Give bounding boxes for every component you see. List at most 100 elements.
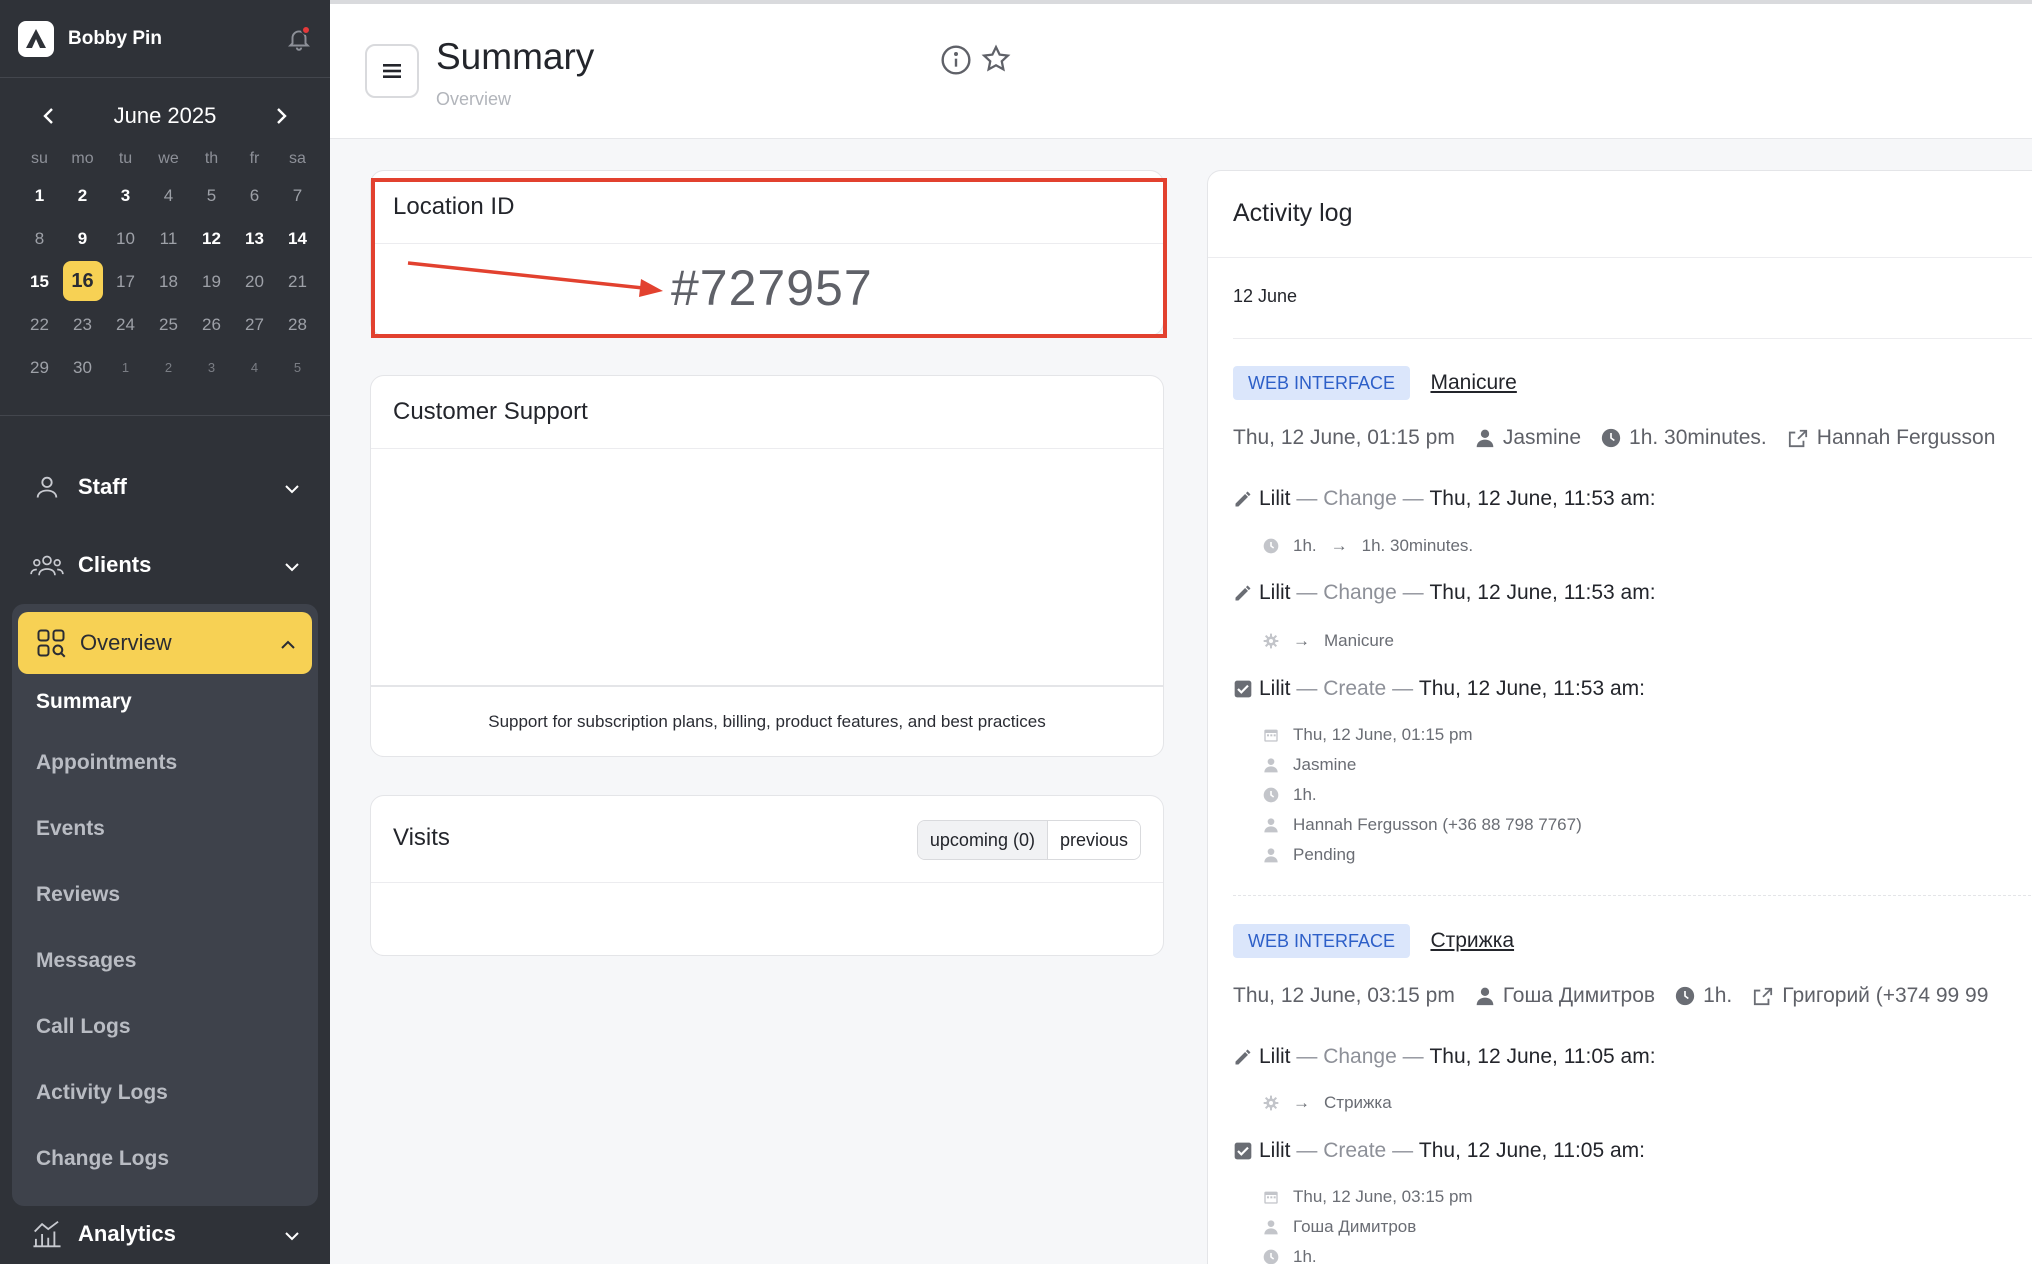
calendar-day[interactable]: 17 <box>104 260 147 303</box>
log-sep: — <box>1392 1139 1414 1162</box>
log-sep: — <box>1402 487 1424 510</box>
detail-value: Thu, 12 June, 01:15 pm <box>1293 725 1473 744</box>
sidebar-item-label: Clients <box>78 552 152 577</box>
calendar-day-next-month[interactable]: 3 <box>190 346 233 389</box>
checkbox-icon <box>1234 1142 1252 1160</box>
service-link[interactable]: Manicure <box>1430 371 1516 395</box>
info-icon[interactable] <box>940 44 972 76</box>
app-logo-icon[interactable] <box>18 20 54 57</box>
pencil-icon <box>1235 491 1251 507</box>
person-icon <box>1476 429 1494 448</box>
sidebar-item-label: Overview <box>80 630 172 655</box>
calendar-day-today[interactable]: 16 <box>61 260 104 303</box>
calendar-day-next-month[interactable]: 2 <box>147 346 190 389</box>
breadcrumb[interactable]: Overview <box>436 89 511 110</box>
log-line: Lilit — Change — Thu, 12 June, 11:53 am: <box>1233 581 1656 605</box>
users-group-icon <box>30 548 64 582</box>
sidebar-subitem-call-logs[interactable]: Call Logs <box>18 994 312 1060</box>
calendar-day-next-month[interactable]: 4 <box>233 346 276 389</box>
sidebar-item-label: Staff <box>78 474 127 499</box>
log-sep: — <box>1296 1139 1318 1162</box>
sidebar-item-overview[interactable]: Overview <box>18 612 312 674</box>
log-sep: — <box>1402 581 1424 604</box>
calendar-day[interactable]: 22 <box>18 303 61 346</box>
sidebar-item-analytics[interactable]: Analytics <box>0 1195 330 1264</box>
annotation-arrow <box>407 261 663 297</box>
pencil-icon <box>1235 585 1251 601</box>
calendar-day[interactable]: 19 <box>190 260 233 303</box>
calendar-day[interactable]: 25 <box>147 303 190 346</box>
log-detail: Pending <box>1263 845 1355 865</box>
activity-entry: WEB INTERFACE Стрижка <box>1233 924 1514 958</box>
date-group-label: 12 June <box>1233 286 1298 306</box>
calendar-day[interactable]: 13 <box>233 217 276 260</box>
calendar-prev-button[interactable] <box>34 101 64 131</box>
activity-log-card: Activity log 12 June WEB INTERFACE Manic… <box>1207 170 2032 1264</box>
service-link[interactable]: Стрижка <box>1430 929 1514 953</box>
today-label: 16 <box>62 261 103 301</box>
calendar-day[interactable]: 14 <box>276 217 319 260</box>
sidebar-subitem-change-logs[interactable]: Change Logs <box>18 1126 312 1192</box>
calendar-day[interactable]: 20 <box>233 260 276 303</box>
sidebar-nav: Staff Clients Overview Summary Appointme… <box>0 416 330 1206</box>
calendar-day-next-month[interactable]: 1 <box>104 346 147 389</box>
log-action: Create <box>1323 677 1387 700</box>
calendar-day[interactable]: 26 <box>190 303 233 346</box>
sidebar-subitem-summary[interactable]: Summary <box>18 674 312 730</box>
calendar-day[interactable]: 21 <box>276 260 319 303</box>
calendar-day[interactable]: 1 <box>18 174 61 217</box>
calendar-day[interactable]: 3 <box>104 174 147 217</box>
calendar-day-next-month[interactable]: 5 <box>276 346 319 389</box>
sidebar-subitem-events[interactable]: Events <box>18 796 312 862</box>
log-sep: — <box>1296 1045 1318 1068</box>
tab-upcoming[interactable]: upcoming (0) <box>917 821 1048 859</box>
calendar-day[interactable]: 30 <box>61 346 104 389</box>
calendar-day[interactable]: 6 <box>233 174 276 217</box>
staff-name: Jasmine <box>1502 426 1582 449</box>
clock-icon <box>1263 538 1279 554</box>
sidebar-item-clients[interactable]: Clients <box>0 526 330 604</box>
visits-card: Visits upcoming (0) previous <box>370 795 1164 956</box>
visits-title: Visits <box>393 824 450 851</box>
sidebar-item-staff[interactable]: Staff <box>0 448 330 526</box>
customer-support-description: Support for subscription plans, billing,… <box>488 712 1046 731</box>
log-detail: → Manicure <box>1263 631 1394 651</box>
calendar-day[interactable]: 23 <box>61 303 104 346</box>
calendar-day[interactable]: 4 <box>147 174 190 217</box>
arrow-icon: → <box>1293 631 1310 650</box>
grid-search-icon <box>34 626 68 660</box>
clock-icon <box>1601 428 1621 448</box>
calendar-day[interactable]: 11 <box>147 217 190 260</box>
calendar-day[interactable]: 12 <box>190 217 233 260</box>
log-line: Lilit — Change — Thu, 12 June, 11:53 am: <box>1233 487 1656 511</box>
weekday-label: sa <box>289 150 306 167</box>
calendar-day[interactable]: 27 <box>233 303 276 346</box>
calendar-day[interactable]: 5 <box>190 174 233 217</box>
calendar-day[interactable]: 29 <box>18 346 61 389</box>
calendar-next-button[interactable] <box>266 101 296 131</box>
calendar-day[interactable]: 18 <box>147 260 190 303</box>
menu-toggle-button[interactable] <box>365 44 419 98</box>
weekday-label: we <box>158 150 179 167</box>
client-name: Hannah Fergusson <box>1816 426 1996 449</box>
sidebar-subitem-reviews[interactable]: Reviews <box>18 862 312 928</box>
calendar-day[interactable]: 9 <box>61 217 104 260</box>
calendar-day[interactable]: 24 <box>104 303 147 346</box>
calendar-day[interactable]: 2 <box>61 174 104 217</box>
sidebar-subitem-messages[interactable]: Messages <box>18 928 312 994</box>
checkbox-icon <box>1234 680 1252 698</box>
calendar-day[interactable]: 8 <box>18 217 61 260</box>
calendar-month-title: June 2025 <box>113 103 217 128</box>
calendar-day[interactable]: 15 <box>18 260 61 303</box>
favorite-star-icon[interactable] <box>981 44 1013 76</box>
sidebar-subitem-activity-logs[interactable]: Activity Logs <box>18 1060 312 1126</box>
calendar-day[interactable]: 7 <box>276 174 319 217</box>
log-detail: Thu, 12 June, 03:15 pm <box>1263 1187 1473 1207</box>
sidebar-subitem-appointments[interactable]: Appointments <box>18 730 312 796</box>
calendar-day[interactable]: 10 <box>104 217 147 260</box>
tab-previous[interactable]: previous <box>1047 821 1140 859</box>
calendar-day[interactable]: 28 <box>276 303 319 346</box>
weekday-label: th <box>204 150 219 167</box>
old-value: 1h. <box>1293 536 1317 555</box>
notifications-bell-icon[interactable] <box>286 24 312 52</box>
